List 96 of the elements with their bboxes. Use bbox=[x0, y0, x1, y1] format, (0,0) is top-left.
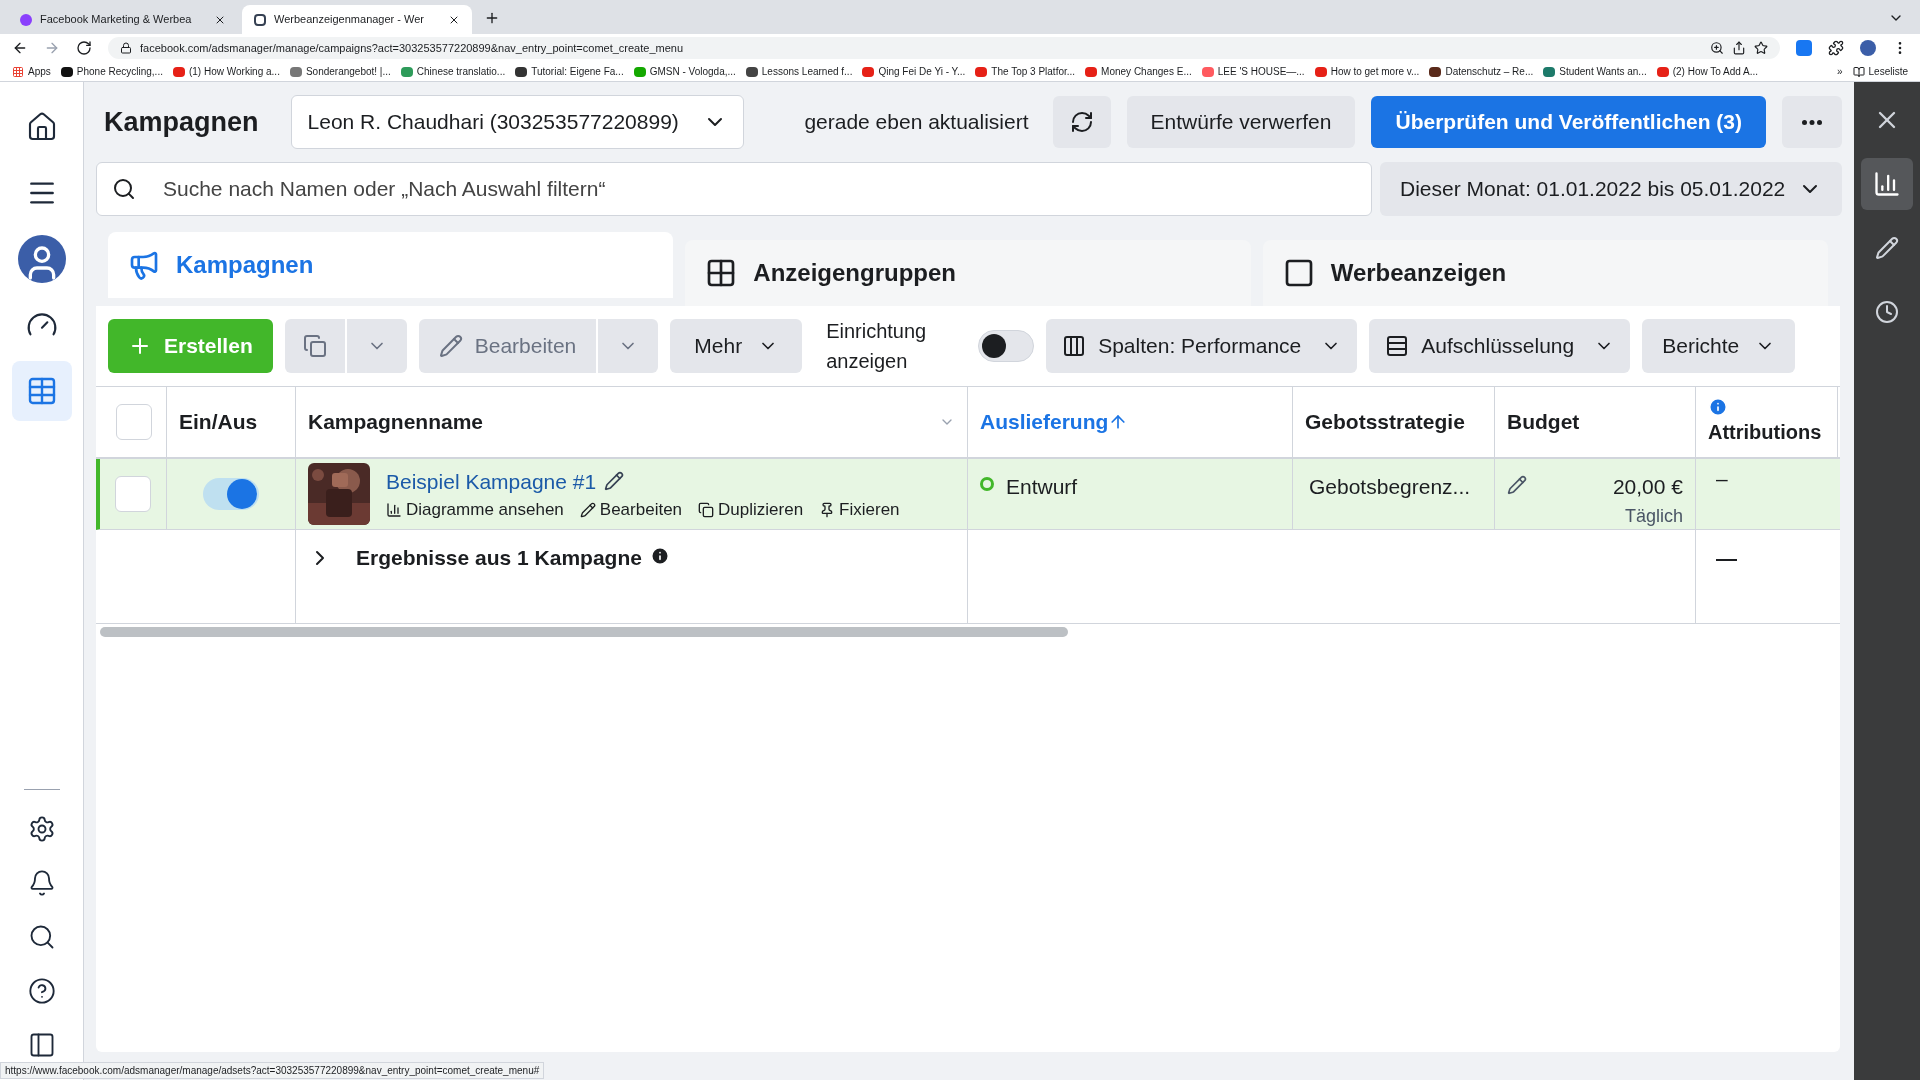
update-status: gerade eben aktualisiert bbox=[804, 109, 1029, 136]
columns-dropdown[interactable]: Spalten: Performance bbox=[1046, 319, 1358, 373]
table-row[interactable]: Beispiel Kampagne #1 Diagramme ansehen Bearbeiten Duplizieren Fixieren Entwurf Gebotsbegrenz... 20,00 € Täglich – bbox=[96, 459, 1840, 530]
more-icon bbox=[1802, 119, 1822, 125]
bookmark[interactable]: Qing Fei De Yi - Y... bbox=[862, 64, 966, 79]
book-icon bbox=[1852, 65, 1865, 78]
level-tab[interactable]: Kampagnen bbox=[108, 232, 674, 298]
pencil-icon bbox=[438, 334, 463, 358]
status-url: https://www.facebook.com/adsmanager/manage/adsets?act=303253577220899&nav_entry_point=comet_create_menu# bbox=[0, 1061, 545, 1079]
column-header[interactable]: Budget bbox=[1507, 406, 1580, 438]
zoom-icon[interactable] bbox=[1710, 41, 1724, 55]
row-action-link[interactable]: Bearbeiten bbox=[579, 497, 683, 523]
help-icon[interactable] bbox=[27, 977, 56, 1005]
more-button[interactable] bbox=[1782, 96, 1842, 148]
bookmark[interactable]: How to get more v... bbox=[1314, 64, 1420, 79]
more-dropdown[interactable]: Mehr bbox=[670, 319, 803, 373]
delivery-status: Entwurf bbox=[1006, 474, 1078, 500]
reload-icon[interactable] bbox=[76, 40, 92, 56]
publish-button[interactable]: Überprüfen und Veröffentlichen (3) bbox=[1371, 96, 1766, 148]
lock-icon bbox=[120, 42, 132, 54]
bar-chart-icon[interactable] bbox=[1873, 170, 1901, 198]
browser-tab[interactable]: Facebook Marketing & Werbea bbox=[8, 5, 238, 34]
column-header[interactable]: Auslieferung bbox=[980, 406, 1109, 438]
copy-icon bbox=[302, 334, 327, 358]
bookmark[interactable]: Phone Recycling,... bbox=[60, 64, 163, 79]
share-icon[interactable] bbox=[1732, 41, 1746, 55]
reports-dropdown[interactable]: Berichte bbox=[1642, 319, 1796, 373]
budget-amount: 20,00 € bbox=[1612, 474, 1683, 500]
profile-icon[interactable] bbox=[1860, 40, 1876, 56]
reading-list[interactable]: Leseliste bbox=[1852, 64, 1908, 79]
bid-strategy: Gebotsbegrenz... bbox=[1309, 475, 1471, 498]
favicon-icon bbox=[254, 13, 266, 26]
bookmark[interactable]: Tutorial: Eigene Fa... bbox=[515, 64, 624, 79]
refresh-button[interactable] bbox=[1052, 96, 1111, 148]
column-header[interactable]: Ein/Aus bbox=[179, 406, 258, 438]
copy-button[interactable] bbox=[284, 319, 345, 373]
bookmark[interactable]: Student Wants an... bbox=[1543, 64, 1647, 79]
bookmark[interactable]: Lessons Learned f... bbox=[745, 64, 853, 79]
bookmark[interactable]: Apps bbox=[12, 64, 51, 79]
summary-label: Ergebnisse aus 1 Kampagne bbox=[356, 545, 642, 571]
attribution-value: — bbox=[1716, 546, 1737, 569]
budget-period: Täglich bbox=[1624, 504, 1683, 528]
row-action-link[interactable]: Fixieren bbox=[819, 497, 900, 523]
pencil-icon[interactable] bbox=[604, 471, 625, 492]
row-action-link[interactable]: Diagramme ansehen bbox=[386, 497, 564, 523]
columns-icon bbox=[1062, 334, 1087, 358]
pencil-icon[interactable] bbox=[1507, 475, 1527, 495]
rows-icon bbox=[1385, 334, 1410, 358]
puzzle-icon[interactable] bbox=[1828, 40, 1844, 56]
account-dropdown[interactable]: Leon R. Chaudhari (303253577220899) bbox=[290, 95, 744, 149]
bar-chart-icon bbox=[386, 501, 402, 518]
address-bar[interactable]: facebook.com/adsmanager/manage/campaigns?act=303253577220899&nav_entry_point=comet_create_menu bbox=[108, 37, 1780, 59]
setup-label: Einrichtung anzeigen bbox=[826, 319, 928, 374]
star-icon[interactable] bbox=[1754, 41, 1768, 55]
row-checkbox[interactable] bbox=[115, 476, 151, 512]
level-tab[interactable]: Anzeigengruppen bbox=[685, 240, 1251, 306]
campaign-name-link[interactable]: Beispiel Kampagne #1 bbox=[386, 465, 597, 497]
new-tab-icon[interactable] bbox=[484, 10, 500, 26]
bookmark[interactable]: Money Changes E... bbox=[1085, 64, 1192, 79]
info-icon[interactable] bbox=[649, 546, 670, 566]
setup-toggle[interactable] bbox=[978, 330, 1035, 362]
browser-tab[interactable]: Werbeanzeigenmanager - Wer bbox=[242, 5, 472, 34]
refresh-icon bbox=[1069, 110, 1094, 134]
bookmark[interactable]: GMSN - Vologda,... bbox=[633, 64, 736, 79]
on-off-toggle[interactable] bbox=[203, 478, 259, 510]
extension-icon[interactable] bbox=[1796, 40, 1812, 56]
attribution-value: – bbox=[1716, 467, 1728, 490]
discard-button[interactable]: Entwürfe verwerfen bbox=[1126, 96, 1356, 148]
bookmark[interactable]: Chinese translatio... bbox=[400, 64, 506, 79]
apps-grid-icon bbox=[12, 65, 24, 78]
clock-icon[interactable] bbox=[1875, 300, 1899, 324]
more-bookmarks[interactable]: » bbox=[1836, 64, 1843, 79]
level-tab[interactable]: Werbeanzeigen bbox=[1262, 240, 1828, 306]
bookmark[interactable]: Sonderangebot! |... bbox=[289, 64, 391, 79]
scrollbar[interactable] bbox=[100, 627, 1068, 637]
column-header[interactable]: Gebotsstrategie bbox=[1305, 406, 1465, 438]
column-header[interactable]: Kampagnenname bbox=[308, 406, 939, 438]
favicon-icon bbox=[20, 13, 32, 26]
back-icon[interactable] bbox=[12, 40, 28, 56]
bookmark[interactable]: The Top 3 Platfor... bbox=[975, 64, 1076, 79]
bookmark[interactable]: LEE 'S HOUSE—... bbox=[1201, 64, 1305, 79]
copy-icon bbox=[698, 501, 715, 518]
bookmark[interactable]: (2) How To Add A... bbox=[1656, 64, 1759, 79]
avatar-icon[interactable] bbox=[17, 235, 66, 283]
bookmark[interactable]: (1) How Working a... bbox=[172, 64, 280, 79]
pencil-icon bbox=[579, 501, 596, 518]
date-range-dropdown[interactable]: Dieser Monat: 01.01.2022 bis 05.01.2022 bbox=[1380, 162, 1842, 216]
search-icon bbox=[112, 177, 136, 201]
breakdown-dropdown[interactable]: Aufschlüsselung bbox=[1369, 319, 1631, 373]
search-field[interactable]: Suche nach Namen oder „Nach Auswahl filtern“ bbox=[96, 162, 1372, 216]
row-action-link[interactable]: Duplizieren bbox=[698, 497, 804, 523]
select-all-checkbox[interactable] bbox=[116, 404, 152, 440]
edit-button[interactable]: Bearbeiten bbox=[418, 319, 597, 373]
page-title: Kampagnen bbox=[104, 105, 259, 139]
bookmark[interactable]: Datenschutz – Re... bbox=[1429, 64, 1534, 79]
column-header[interactable]: Attributions bbox=[1708, 417, 1822, 447]
